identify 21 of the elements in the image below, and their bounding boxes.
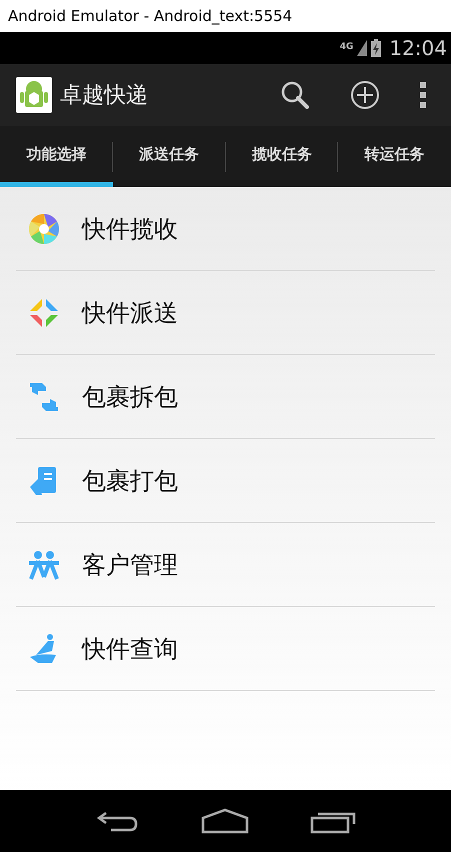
network-label: 4G	[340, 41, 354, 54]
menu-item[interactable]: 快件派送	[16, 271, 435, 355]
signal-icon	[357, 40, 368, 56]
menu-item[interactable]: 客户管理	[16, 523, 435, 607]
clock-text: 12:04	[389, 35, 447, 62]
menu-item[interactable]: 快件揽收	[16, 187, 435, 271]
app-title: 卓越快递	[60, 82, 148, 110]
overflow-menu-icon	[419, 81, 427, 109]
android-app-icon	[16, 77, 52, 113]
tab[interactable]: 揽收任务	[226, 126, 338, 187]
swap-icon	[28, 380, 60, 412]
people-icon	[28, 548, 60, 580]
tab[interactable]: 派送任务	[112, 126, 226, 187]
menu-item[interactable]: 包裹打包	[16, 439, 435, 523]
battery-icon	[371, 39, 382, 57]
diamond-icon	[28, 296, 60, 328]
window-title: Android Emulator - Android_text:5554	[8, 6, 292, 27]
menu-item[interactable]: 包裹拆包	[16, 355, 435, 439]
aperture-icon	[28, 212, 60, 244]
menu-item[interactable]: 快件查询	[16, 607, 435, 691]
tab[interactable]: 转运任务	[338, 126, 451, 187]
